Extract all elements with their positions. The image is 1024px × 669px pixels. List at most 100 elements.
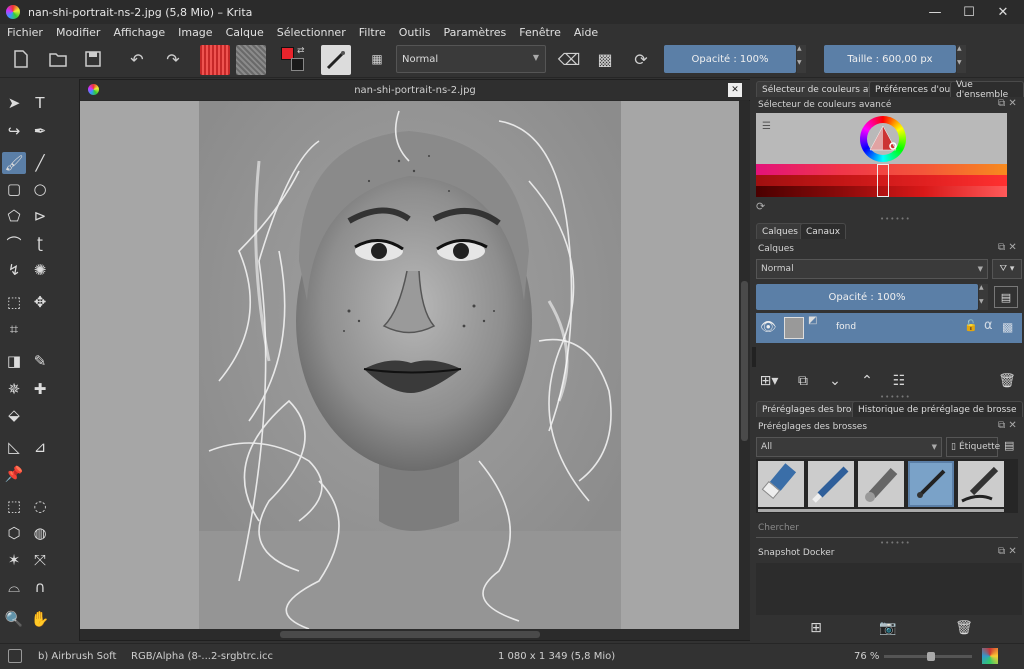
menu-affichage[interactable]: Affichage xyxy=(113,26,165,39)
splitter-handle[interactable]: •••••• xyxy=(880,539,911,547)
foreground-background-color-icon[interactable]: ⇄ xyxy=(279,44,309,74)
layer-lock-icon[interactable]: 🔓 xyxy=(964,319,978,332)
brush-preset-icon[interactable] xyxy=(321,45,351,75)
reference-images-tool-icon[interactable]: 📌 xyxy=(2,463,26,485)
move-layer-up-icon[interactable]: ⌃ xyxy=(856,371,878,391)
new-document-icon[interactable] xyxy=(8,46,34,72)
gradient-tool-icon[interactable]: ◨ xyxy=(2,350,26,372)
layer-blend-mode-dropdown[interactable]: Normal ▼ xyxy=(756,259,988,279)
line-tool-icon[interactable]: ╱ xyxy=(28,152,52,174)
freehand-selection-tool-icon[interactable]: ◍ xyxy=(28,522,52,544)
rectangular-selection-tool-icon[interactable]: ⬚ xyxy=(2,495,26,517)
opacity-slider[interactable]: Opacité : 100% xyxy=(664,45,796,73)
brush-preset-marker[interactable] xyxy=(958,461,1004,507)
menu-image[interactable]: Image xyxy=(178,26,212,39)
fill-tool-icon[interactable]: ⬙ xyxy=(2,404,26,426)
magnetic-selection-tool-icon[interactable]: ∩ xyxy=(28,576,52,598)
canvas-only-mode-icon[interactable] xyxy=(982,648,998,664)
camera-snapshot-icon[interactable]: 📷 xyxy=(878,619,898,637)
brush-docker-float-close-icon[interactable]: ⧉ ✕ xyxy=(998,420,1017,431)
bezier-selection-tool-icon[interactable]: ⌓ xyxy=(2,576,26,598)
splitter-handle[interactable]: •••••• xyxy=(880,215,911,223)
brush-tag-button[interactable]: ▯ Étiquette xyxy=(946,437,1000,457)
brush-preset-pencil-blue[interactable] xyxy=(808,461,854,507)
gradient-preset-icon[interactable] xyxy=(200,45,230,75)
eraser-mode-icon[interactable]: ⌫ xyxy=(556,46,582,72)
horizontal-scrollbar[interactable] xyxy=(80,629,750,640)
brush-filter-dropdown[interactable]: All ▼ xyxy=(756,437,942,457)
rectangle-tool-icon[interactable]: ▢ xyxy=(2,178,26,200)
snapshot-docker-float-close-icon[interactable]: ⧉ ✕ xyxy=(998,546,1017,557)
multibrush-tool-icon[interactable]: ✺ xyxy=(28,259,52,281)
freehand-path-tool-icon[interactable]: ʈ xyxy=(28,232,52,254)
delete-layer-icon[interactable]: 🗑 xyxy=(996,371,1018,391)
splitter-handle[interactable]: •••••• xyxy=(880,393,911,401)
colorize-mask-tool-icon[interactable]: ✵ xyxy=(2,378,26,400)
similar-color-selection-tool-icon[interactable]: ⤧ xyxy=(28,549,52,571)
pan-tool-icon[interactable]: ✋ xyxy=(28,608,52,630)
refresh-colors-icon[interactable]: ⟳ xyxy=(756,200,765,213)
brush-preset-ink-selected[interactable] xyxy=(908,461,954,507)
contiguous-selection-tool-icon[interactable]: ✶ xyxy=(2,549,26,571)
assistant-tool-icon[interactable]: ◺ xyxy=(2,436,26,458)
inherit-alpha-icon[interactable]: ▩ xyxy=(1002,320,1013,334)
docker-float-close-icon[interactable]: ⧉ ✕ xyxy=(998,98,1017,109)
reload-preset-icon[interactable]: ⟳ xyxy=(628,46,654,72)
layer-settings-icon[interactable]: ☷ xyxy=(888,371,910,391)
blend-mode-dropdown[interactable]: Normal ▼ xyxy=(396,45,546,73)
smart-patch-tool-icon[interactable]: ✚ xyxy=(28,378,52,400)
brush-preset-airbrush[interactable] xyxy=(858,461,904,507)
ellipse-tool-icon[interactable]: ○ xyxy=(28,178,52,200)
menu-aide[interactable]: Aide xyxy=(574,26,598,39)
layer-visibility-eye-icon[interactable]: 👁 xyxy=(760,320,777,335)
polygon-tool-icon[interactable]: ⬠ xyxy=(2,205,26,227)
alpha-lock-icon[interactable]: α xyxy=(984,318,993,333)
select-shapes-tool-icon[interactable]: ➤ xyxy=(2,92,26,114)
undo-icon[interactable]: ↶ xyxy=(124,46,150,72)
delete-snapshot-icon[interactable]: 🗑 xyxy=(954,619,974,637)
bezier-curve-tool-icon[interactable]: ⌒ xyxy=(2,232,26,254)
layer-properties-icon[interactable]: ▤ xyxy=(994,286,1018,308)
zoom-tool-icon[interactable]: 🔍 xyxy=(2,608,26,630)
color-selector-area[interactable]: ☰ xyxy=(756,113,1007,197)
text-tool-icon[interactable]: T xyxy=(28,92,52,114)
layer-opacity-spin[interactable]: ▲ ▼ xyxy=(979,284,988,310)
workspace-icon[interactable]: ▦ xyxy=(364,46,390,72)
tab-overview[interactable]: Vue d'ensemble xyxy=(950,80,1024,100)
menu-fenetre[interactable]: Fenêtre xyxy=(519,26,561,39)
tab-layers[interactable]: Calques xyxy=(756,223,804,239)
duplicate-layer-icon[interactable]: ⧉ xyxy=(792,371,814,391)
dynamic-brush-tool-icon[interactable]: ↯ xyxy=(2,259,26,281)
brush-view-mode-icon[interactable]: ▤ xyxy=(1004,439,1014,452)
layer-row-fond[interactable]: 👁 ◩ fond 🔓 α ▩ xyxy=(756,313,1022,343)
crop-tool-icon[interactable]: ⌗ xyxy=(2,318,26,340)
move-tool-icon[interactable]: ✥ xyxy=(28,291,52,313)
move-layer-down-icon[interactable]: ⌄ xyxy=(824,371,846,391)
color-selector-settings-icon[interactable]: ☰ xyxy=(762,121,771,132)
menu-parametres[interactable]: Paramètres xyxy=(444,26,507,39)
polygonal-selection-tool-icon[interactable]: ⬡ xyxy=(2,522,26,544)
transform-tool-icon[interactable]: ⬚ xyxy=(2,291,26,313)
save-icon[interactable] xyxy=(80,46,106,72)
close-document-button[interactable]: ✕ xyxy=(728,83,742,97)
maximize-button[interactable]: ☐ xyxy=(952,0,986,24)
vertical-scroll-thumb[interactable] xyxy=(741,281,748,441)
hue-ring[interactable] xyxy=(860,116,906,162)
layer-filter-icon[interactable]: ⛛ ▾ xyxy=(992,259,1022,279)
brush-search-input[interactable]: Chercher xyxy=(758,523,799,533)
menu-modifier[interactable]: Modifier xyxy=(56,26,100,39)
opacity-spin-buttons[interactable]: ▲ ▼ xyxy=(797,45,806,73)
menu-calque[interactable]: Calque xyxy=(226,26,264,39)
measure-tool-icon[interactable]: ⊿ xyxy=(28,436,52,458)
polyline-tool-icon[interactable]: ⊳ xyxy=(28,205,52,227)
add-snapshot-icon[interactable]: ⊞ xyxy=(806,619,826,637)
edit-shapes-tool-icon[interactable]: ↪ xyxy=(2,120,26,142)
zoom-slider-thumb[interactable] xyxy=(926,652,935,661)
layers-docker-float-close-icon[interactable]: ⧉ ✕ xyxy=(998,242,1017,253)
close-window-button[interactable]: ✕ xyxy=(986,0,1020,24)
menu-selectionner[interactable]: Sélectionner xyxy=(277,26,346,39)
portrait-painting-image[interactable] xyxy=(199,101,621,629)
elliptical-selection-tool-icon[interactable]: ◌ xyxy=(28,495,52,517)
size-spin-buttons[interactable]: ▲ ▼ xyxy=(957,45,966,73)
brush-preset-eraser[interactable] xyxy=(758,461,804,507)
